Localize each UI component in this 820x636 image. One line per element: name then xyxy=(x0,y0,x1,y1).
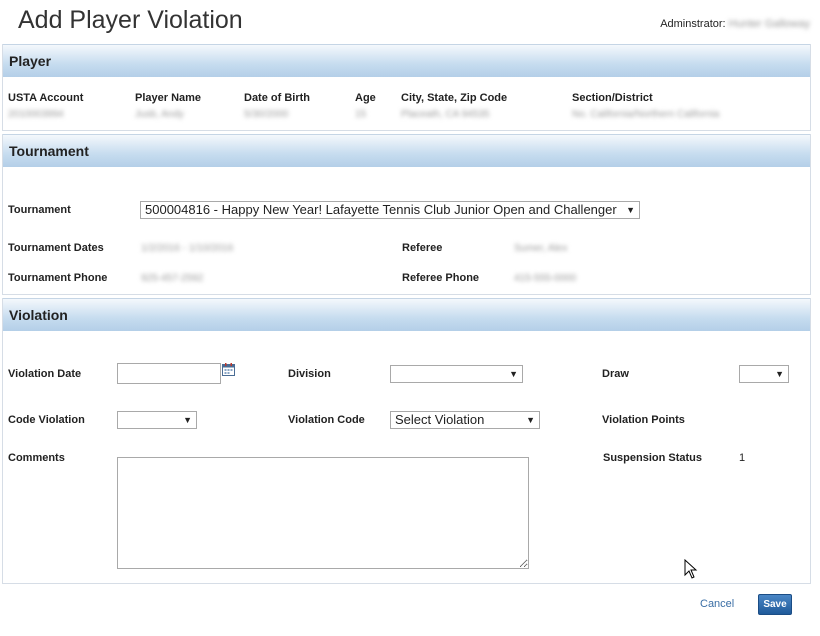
city-state-zip-label: City, State, Zip Code xyxy=(401,92,508,104)
violation-date-input[interactable] xyxy=(117,363,221,384)
violation-code-select[interactable]: Select Violation ▼ xyxy=(390,411,540,429)
violation-section-title: Violation xyxy=(3,298,810,331)
usta-account-value: 2010003994 xyxy=(8,109,64,120)
draw-select[interactable]: ▼ xyxy=(739,365,789,383)
dob-value: 5/30/2000 xyxy=(244,109,289,120)
suspension-status-value: 1 xyxy=(739,452,746,464)
administrator-label: Adminstrator: xyxy=(660,18,726,30)
age-label: Age xyxy=(355,92,376,104)
violation-points-label: Violation Points xyxy=(602,414,685,426)
administrator-name: Hunter Galloway xyxy=(728,18,810,30)
calendar-icon[interactable] xyxy=(222,363,235,376)
referee-phone-value: 415-555-0000 xyxy=(514,273,577,284)
city-state-zip-value: Placeath, CA 94535 xyxy=(401,109,490,120)
section-district-value: No. California/Northern California xyxy=(572,109,720,120)
player-section-title: Player xyxy=(3,44,810,77)
referee-value: Sumer, Alex xyxy=(514,243,568,254)
chevron-down-icon: ▼ xyxy=(775,369,784,379)
usta-account-label: USTA Account xyxy=(8,92,84,104)
tournament-dates-label: Tournament Dates xyxy=(8,242,104,254)
dob-label: Date of Birth xyxy=(244,92,310,104)
section-district-label: Section/District xyxy=(572,92,653,104)
violation-date-label: Violation Date xyxy=(8,368,82,380)
tournament-selected-value: 500004816 - Happy New Year! Lafayette Te… xyxy=(145,202,617,217)
chevron-down-icon: ▼ xyxy=(626,205,635,215)
division-label: Division xyxy=(288,368,331,380)
tournament-section-title: Tournament xyxy=(3,134,810,167)
code-violation-select[interactable]: ▼ xyxy=(117,411,197,429)
page-title: Add Player Violation xyxy=(18,6,243,34)
referee-phone-label: Referee Phone xyxy=(402,272,480,284)
player-name-value: Jusb, Andy xyxy=(135,109,184,120)
tournament-select[interactable]: 500004816 - Happy New Year! Lafayette Te… xyxy=(140,201,640,219)
tournament-phone-value: 925-457-2592 xyxy=(141,273,204,284)
age-value: 15 xyxy=(355,109,367,120)
suspension-status-label: Suspension Status xyxy=(603,452,703,464)
violation-code-label: Violation Code xyxy=(288,414,365,426)
division-select[interactable]: ▼ xyxy=(390,365,523,383)
comments-textarea[interactable] xyxy=(117,457,529,569)
administrator-info: Adminstrator: Hunter Galloway xyxy=(660,18,810,30)
tournament-phone-label: Tournament Phone xyxy=(8,272,108,284)
chevron-down-icon: ▼ xyxy=(509,369,518,379)
tournament-dates-value: 1/2/2016 - 1/10/2016 xyxy=(141,243,234,254)
chevron-down-icon: ▼ xyxy=(183,415,192,425)
tournament-label: Tournament xyxy=(8,204,71,216)
draw-label: Draw xyxy=(602,368,629,380)
violation-code-selected-value: Select Violation xyxy=(395,412,485,427)
cancel-button[interactable]: Cancel xyxy=(700,598,734,610)
comments-label: Comments xyxy=(8,452,65,464)
mouse-cursor-icon xyxy=(684,559,698,579)
chevron-down-icon: ▼ xyxy=(526,415,535,425)
player-name-label: Player Name xyxy=(135,92,202,104)
referee-label: Referee xyxy=(402,242,443,254)
code-violation-label: Code Violation xyxy=(8,414,85,426)
save-button[interactable]: Save xyxy=(758,594,792,615)
